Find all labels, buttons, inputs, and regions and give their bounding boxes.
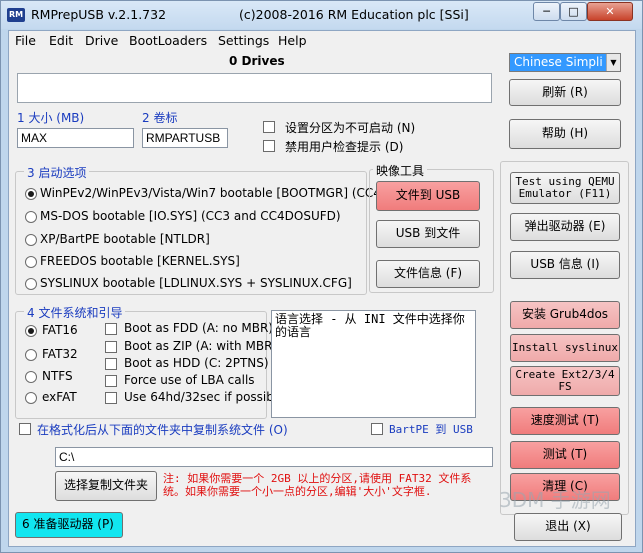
boot-radio-winpe[interactable] [25, 188, 37, 200]
boot-option-label: FREEDOS bootable [KERNEL.SYS] [40, 254, 240, 268]
image-tools-group: 映像工具 文件到 USB USB 到文件 文件信息 (F) [369, 162, 494, 293]
boot-zip-checkbox[interactable] [105, 341, 117, 353]
install-syslinux-button[interactable]: Install syslinux [510, 334, 620, 362]
fs-option-label: FAT32 [42, 347, 78, 361]
usb-to-file-button[interactable]: USB 到文件 [376, 220, 480, 248]
boot-radio-xp[interactable] [25, 234, 37, 246]
refresh-button[interactable]: 刷新 (R) [509, 79, 621, 106]
exit-button[interactable]: 退出 (X) [514, 513, 622, 541]
fs-radio-exfat[interactable] [25, 392, 37, 404]
copyright-text: (c)2008-2016 RM Education plc [SSi] [239, 7, 469, 22]
create-ext-fs-button[interactable]: Create Ext2/3/4 FS [510, 366, 620, 396]
boot-opt-label: Boot as HDD (C: 2PTNS) [124, 356, 269, 370]
disable-prompts-checkbox[interactable] [263, 140, 275, 152]
volume-label: 2 卷标 [142, 111, 178, 125]
boot-hdd-checkbox[interactable] [105, 358, 117, 370]
maximize-button[interactable]: □ [560, 2, 587, 21]
menu-help[interactable]: Help [278, 33, 307, 48]
disable-prompts-label: 禁用用户检查提示 (D) [285, 140, 404, 154]
force-lba-checkbox[interactable] [105, 375, 117, 387]
source-path-input[interactable] [55, 447, 493, 467]
bartpe-label: BartPE 到 USB [389, 423, 473, 436]
boot-opt-label: Use 64hd/32sec if possible [124, 390, 285, 404]
boot-radio-msdos[interactable] [25, 211, 37, 223]
window-title: RMPrepUSB v.2.1.732 [31, 7, 167, 22]
volume-input[interactable] [142, 128, 228, 148]
filesystem-group: 4 文件系统和引导 FAT16 FAT32 NTFS exFAT Boot as… [15, 304, 285, 419]
boot-option-label: XP/BartPE bootable [NTLDR] [40, 232, 210, 246]
fs-option-label: NTFS [42, 369, 73, 383]
fs-option-label: exFAT [42, 390, 77, 404]
test-qemu-button[interactable]: Test using QEMU Emulator (F11) [510, 172, 620, 204]
drive-list[interactable] [17, 73, 492, 103]
watermark-logo: 3DM 手游网 [499, 488, 611, 512]
non-bootable-label: 设置分区为不可启动 (N) [285, 121, 416, 135]
boot-radio-freedos[interactable] [25, 256, 37, 268]
filesystem-title: 4 文件系统和引导 [24, 304, 126, 321]
file-to-usb-button[interactable]: 文件到 USB [376, 181, 480, 211]
fs-option-label: FAT16 [42, 323, 78, 337]
menu-drive[interactable]: Drive [85, 33, 118, 48]
bartpe-checkbox[interactable] [371, 423, 383, 435]
boot-opt-label: Boot as FDD (A: no MBR) [124, 321, 273, 335]
non-bootable-checkbox[interactable] [263, 121, 275, 133]
boot-opt-label: Force use of LBA calls [124, 373, 255, 387]
close-button[interactable]: ✕ [587, 2, 633, 21]
menu-settings[interactable]: Settings [218, 33, 269, 48]
drives-count: 0 Drives [229, 54, 285, 68]
file-info-button[interactable]: 文件信息 (F) [376, 260, 480, 288]
fs-radio-fat16[interactable] [25, 325, 37, 337]
image-tools-title: 映像工具 [373, 162, 428, 179]
eject-drive-button[interactable]: 弹出驱动器 (E) [510, 213, 620, 241]
right-button-panel: Test using QEMU Emulator (F11) 弹出驱动器 (E)… [500, 161, 629, 515]
menu-file[interactable]: File [15, 33, 36, 48]
minimize-button[interactable]: ─ [533, 2, 560, 21]
size-label: 1 大小 (MB) [17, 111, 85, 125]
title-bar: RM RMPrepUSB v.2.1.732 (c)2008-2016 RM E… [1, 1, 642, 29]
client-area: File Edit Drive BootLoaders Settings Hel… [8, 30, 636, 547]
language-select[interactable]: Chinese Simpli ▼ [509, 53, 621, 72]
menu-edit[interactable]: Edit [49, 33, 73, 48]
app-window: RM RMPrepUSB v.2.1.732 (c)2008-2016 RM E… [0, 0, 643, 553]
speed-test-button[interactable]: 速度测试 (T) [510, 407, 620, 435]
boot-radio-syslinux[interactable] [25, 278, 37, 290]
prepare-drive-button[interactable]: 6 准备驱动器 (P) [15, 512, 123, 538]
info-memo[interactable]: 语言选择 - 从 INI 文件中选择你的语言 [271, 310, 476, 418]
boot-opt-label: Boot as ZIP (A: with MBR) [124, 339, 278, 353]
boot-option-label: MS-DOS bootable [IO.SYS] (CC3 and CC4DOS… [40, 209, 341, 223]
chevron-down-icon[interactable]: ▼ [606, 54, 620, 71]
copy-files-checkbox[interactable] [19, 423, 31, 435]
usb-info-button[interactable]: USB 信息 (I) [510, 251, 620, 279]
menu-bootloaders[interactable]: BootLoaders [129, 33, 207, 48]
use-64hd-checkbox[interactable] [105, 392, 117, 404]
boot-fdd-checkbox[interactable] [105, 323, 117, 335]
install-grub4dos-button[interactable]: 安装 Grub4dos [510, 301, 620, 329]
boot-options-title: 3 启动选项 [24, 164, 90, 181]
language-value: Chinese Simpli [514, 55, 603, 69]
fs-radio-ntfs[interactable] [25, 371, 37, 383]
boot-option-label: SYSLINUX bootable [LDLINUX.SYS + SYSLINU… [40, 276, 352, 290]
select-folder-button[interactable]: 选择复制文件夹 [55, 471, 157, 501]
boot-options-group: 3 启动选项 WinPEv2/WinPEv3/Vista/Win7 bootab… [15, 164, 386, 295]
boot-option-label: WinPEv2/WinPEv3/Vista/Win7 bootable [BOO… [40, 186, 386, 200]
help-button[interactable]: 帮助 (H) [509, 119, 621, 149]
fs-radio-fat32[interactable] [25, 349, 37, 361]
test-button[interactable]: 测试 (T) [510, 441, 620, 469]
menu-bar: File Edit Drive BootLoaders Settings Hel… [9, 31, 635, 51]
app-icon: RM [7, 8, 25, 22]
copy-files-label: 在格式化后从下面的文件夹中复制系统文件 (O) [37, 423, 288, 437]
size-input[interactable] [17, 128, 134, 148]
partition-note: 注: 如果你需要一个 2GB 以上的分区,请使用 FAT32 文件系 统。如果你… [163, 472, 472, 498]
